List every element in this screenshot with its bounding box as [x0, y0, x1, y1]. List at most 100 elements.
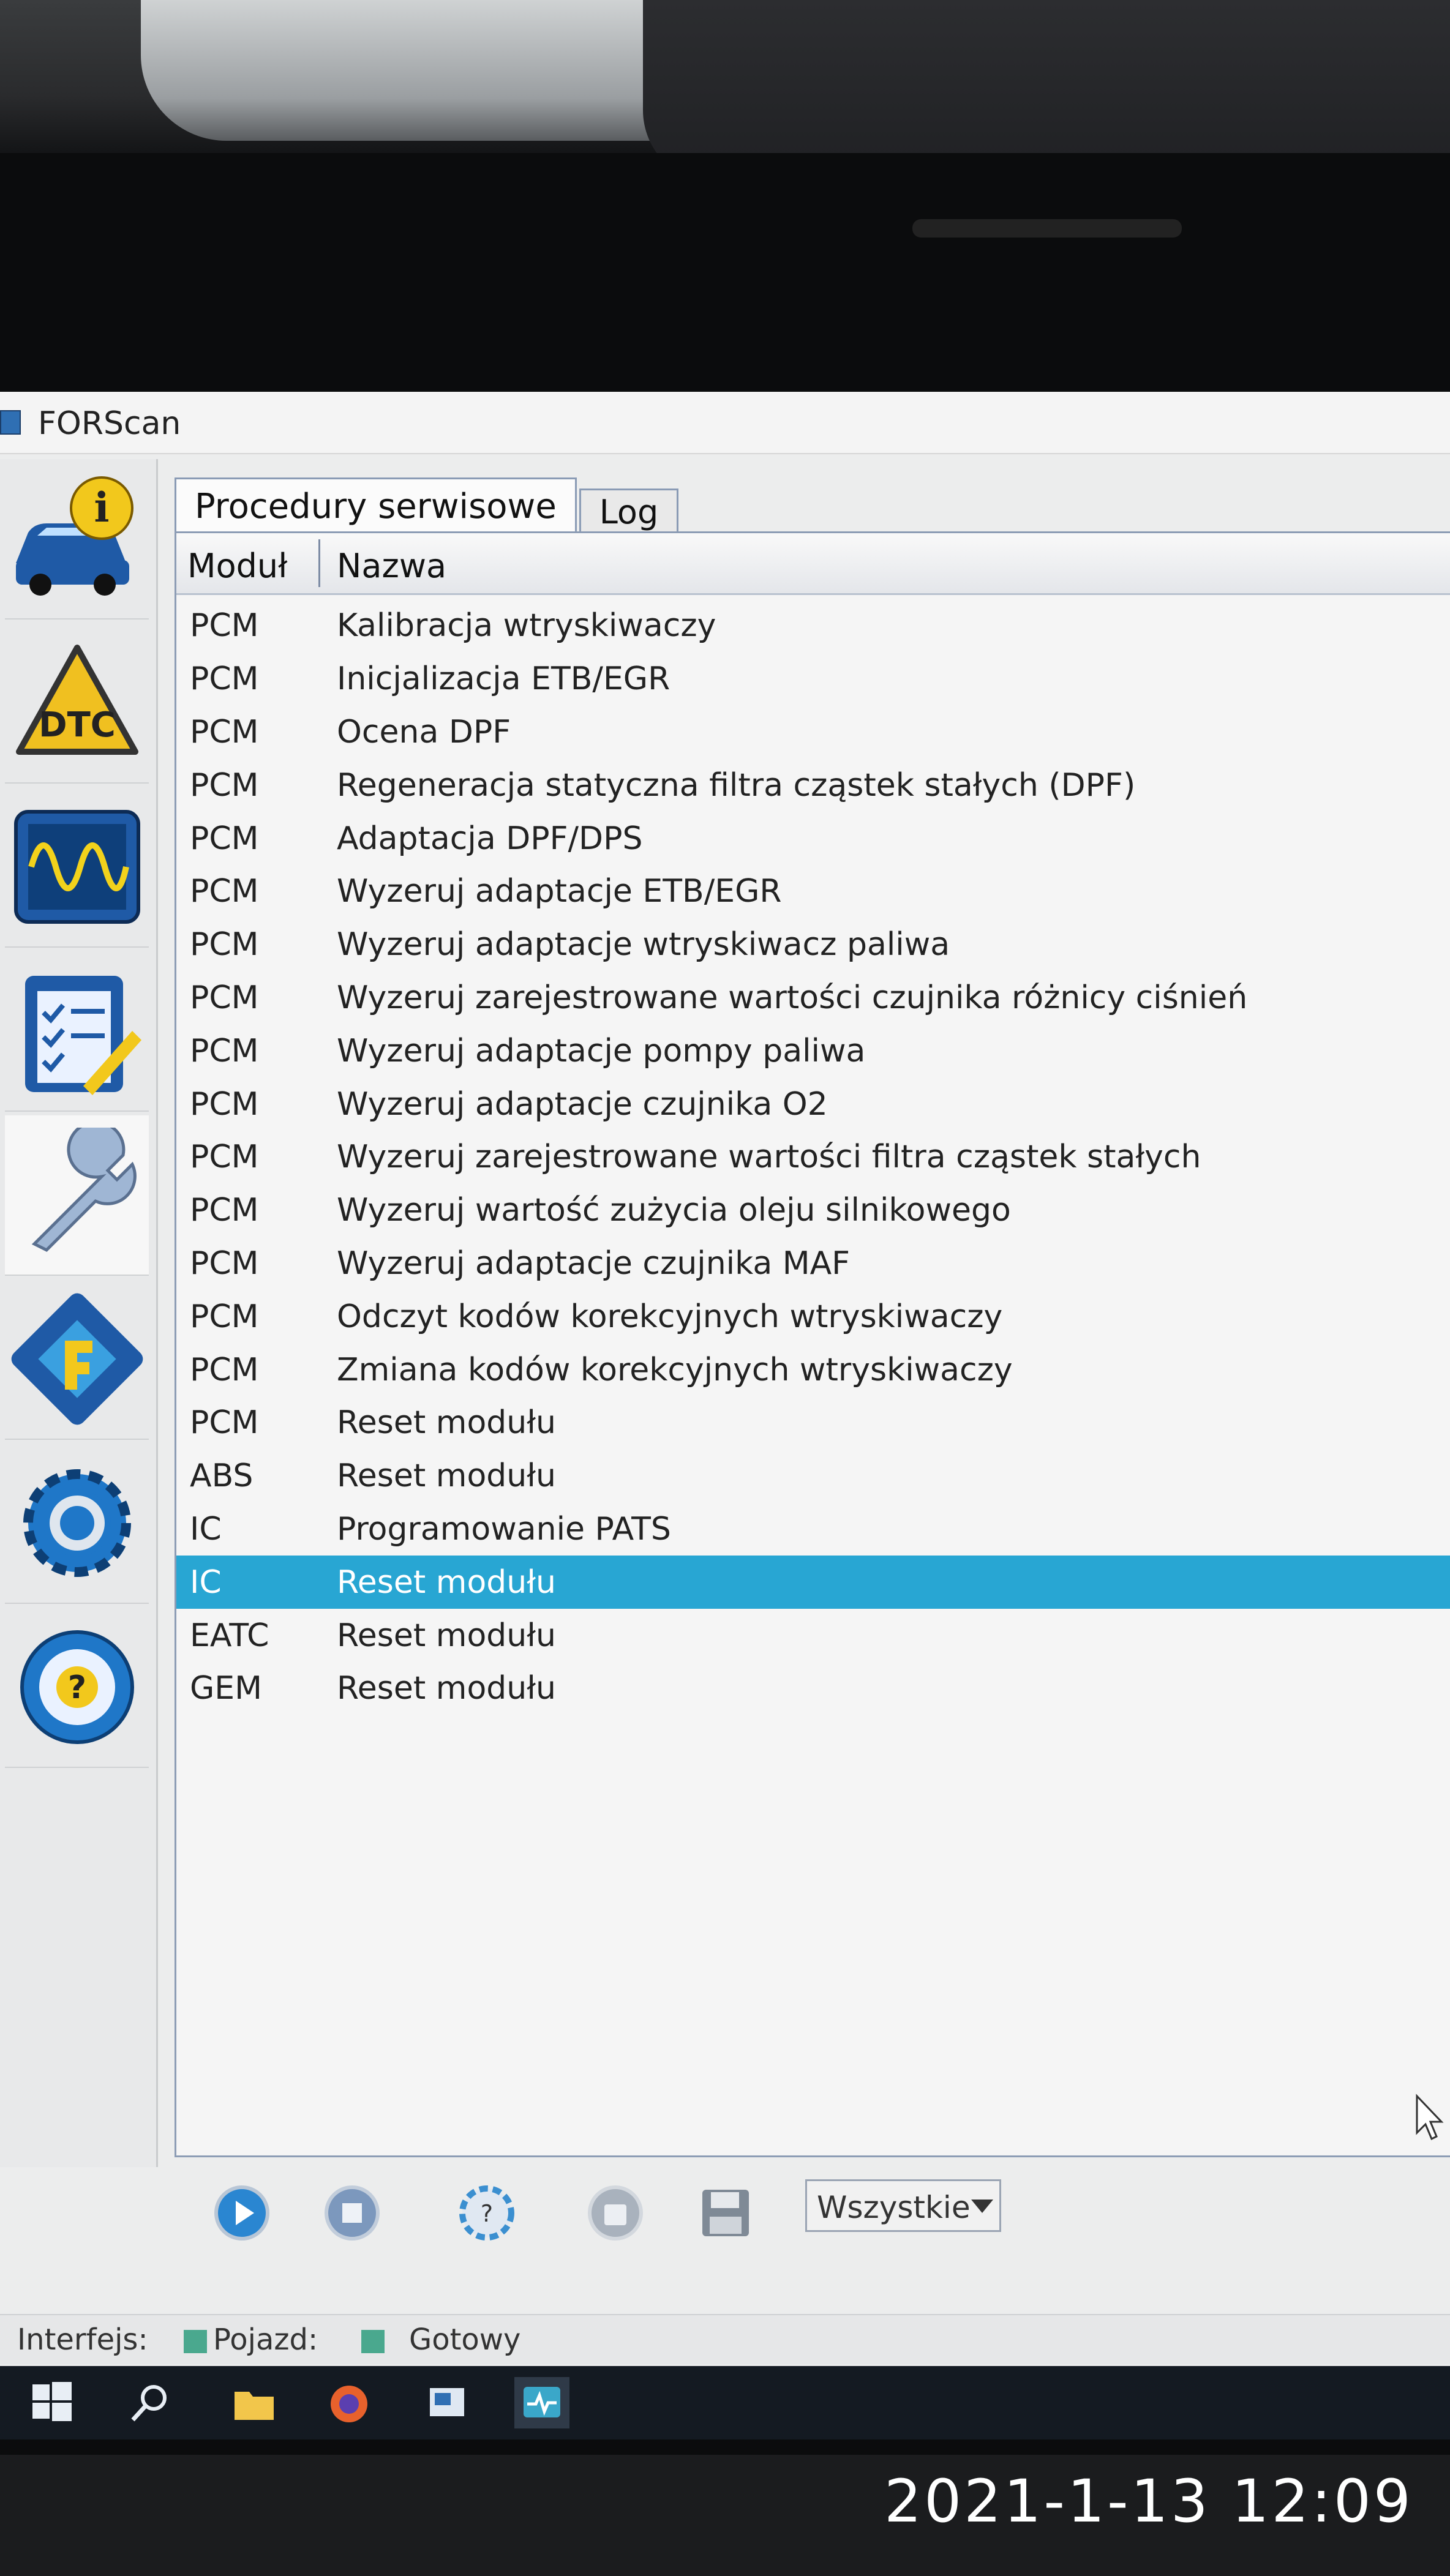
- table-row[interactable]: PCM Wyzeruj adaptacje ETB/EGR: [176, 865, 1450, 918]
- status-bar: Interfejs: Pojazd: Gotowy: [0, 2314, 1450, 2364]
- clear-icon: [588, 2185, 643, 2241]
- run-icon: [214, 2185, 269, 2241]
- table-row[interactable]: ABS Reset modułu: [176, 1450, 1450, 1503]
- table-row[interactable]: PCM Wyzeruj adaptacje wtryskiwacz paliwa: [176, 918, 1450, 972]
- row-module: PCM: [190, 1245, 259, 1282]
- tool-sidebar: i DTC ?: [0, 459, 158, 2167]
- table-row[interactable]: IC Reset modułu: [176, 1556, 1450, 1609]
- tool-configuration[interactable]: [5, 1279, 149, 1440]
- chip-icon: [11, 1293, 143, 1425]
- row-procedure-name: Wyzeruj wartość zużycia oleju silnikoweg…: [337, 1192, 1011, 1229]
- row-procedure-name: Wyzeruj adaptacje wtryskiwacz paliwa: [337, 926, 950, 964]
- table-row[interactable]: PCM Odczyt kodów korekcyjnych wtryskiwacz…: [176, 1290, 1450, 1343]
- save-button[interactable]: [695, 2182, 756, 2244]
- row-procedure-name: Reset modułu: [337, 1670, 556, 1707]
- table-row[interactable]: PCM Inicjalizacja ETB/EGR: [176, 653, 1450, 706]
- svg-text:?: ?: [67, 1669, 86, 1706]
- row-procedure-name: Adaptacja DPF/DPS: [337, 820, 643, 857]
- table-row[interactable]: PCM Adaptacja DPF/DPS: [176, 812, 1450, 865]
- tool-vehicle-info[interactable]: i: [5, 459, 149, 620]
- table-row[interactable]: PCM Wyzeruj zarejestrowane wartości czujn…: [176, 972, 1450, 1025]
- row-procedure-name: Wyzeruj adaptacje czujnika O2: [337, 1085, 828, 1123]
- firefox-icon: [331, 2386, 367, 2422]
- tool-settings[interactable]: [5, 1443, 149, 1604]
- column-separator[interactable]: [318, 539, 320, 587]
- gear-icon: [23, 1469, 131, 1577]
- table-row[interactable]: PCM Zmiana kodów korekcyjnych wtryskiwacz…: [176, 1343, 1450, 1396]
- tool-dtc[interactable]: DTC: [5, 623, 149, 784]
- table-row[interactable]: PCM Wyzeruj wartość zużycia oleju silniko…: [176, 1184, 1450, 1237]
- chevron-down-icon: [971, 2200, 993, 2213]
- row-procedure-name: Wyzeruj zarejestrowane wartości czujnika…: [337, 979, 1248, 1016]
- tool-help[interactable]: ?: [5, 1608, 149, 1768]
- photo-timestamp: 2021-1-13 12:09: [884, 2467, 1413, 2536]
- help-icon: ?: [459, 2185, 514, 2241]
- row-module: PCM: [190, 766, 259, 804]
- windows-start-icon: [32, 2382, 72, 2421]
- filter-dropdown-value: Wszystkie: [817, 2190, 971, 2225]
- taskbar-firefox-button[interactable]: [321, 2377, 377, 2428]
- row-module: ABS: [190, 1458, 254, 1495]
- table-row[interactable]: PCM Ocena DPF: [176, 706, 1450, 759]
- table-row[interactable]: PCM Wyzeruj zarejestrowane wartości filtr…: [176, 1131, 1450, 1184]
- row-procedure-name: Reset modułu: [337, 1617, 556, 1654]
- row-procedure-name: Kalibracja wtryskiwaczy: [337, 607, 716, 645]
- mouse-pointer-icon: [1416, 2094, 1444, 2141]
- status-interface-label: Interfejs:: [17, 2323, 148, 2357]
- row-module: PCM: [190, 1032, 259, 1069]
- tool-oscilloscope[interactable]: [5, 787, 149, 948]
- row-module: PCM: [190, 979, 259, 1016]
- taskbar-app-button[interactable]: [419, 2377, 475, 2428]
- table-row[interactable]: PCM Wyzeruj adaptacje czujnika O2: [176, 1077, 1450, 1131]
- list-header: Moduł Nazwa: [176, 533, 1450, 595]
- row-module: PCM: [190, 820, 259, 857]
- bottom-toolbar: ? Wszystkie: [175, 2161, 1450, 2253]
- status-vehicle: Pojazd:: [184, 2323, 318, 2357]
- row-module: PCM: [190, 1404, 259, 1442]
- wrench-icon: [31, 1128, 137, 1252]
- table-row[interactable]: PCM Kalibracja wtryskiwaczy: [176, 599, 1450, 653]
- car-trim-panel: [141, 0, 692, 141]
- taskbar-explorer-button[interactable]: [227, 2377, 282, 2428]
- taskbar-search-button[interactable]: [122, 2377, 178, 2428]
- table-row[interactable]: PCM Reset modułu: [176, 1396, 1450, 1450]
- help-wheel-icon: ?: [20, 1630, 134, 1744]
- stop-button[interactable]: [321, 2182, 383, 2244]
- row-module: PCM: [190, 873, 259, 910]
- filter-dropdown[interactable]: Wszystkie: [805, 2179, 1001, 2232]
- column-header-module[interactable]: Moduł: [187, 547, 287, 585]
- table-row[interactable]: EATC Reset modułu: [176, 1609, 1450, 1662]
- table-row[interactable]: PCM Wyzeruj adaptacje czujnika MAF: [176, 1237, 1450, 1290]
- windows-taskbar: [0, 2366, 1450, 2439]
- row-module: PCM: [190, 1298, 259, 1335]
- procedures-list: Moduł Nazwa PCM Kalibracja wtryskiwaczy PC…: [175, 531, 1450, 2157]
- table-row[interactable]: GEM Reset modułu: [176, 1662, 1450, 1715]
- dtc-warning-icon: DTC: [15, 645, 138, 755]
- app-icon: [430, 2388, 464, 2416]
- row-module: PCM: [190, 1192, 259, 1229]
- car-info-icon: i: [15, 476, 133, 596]
- run-button[interactable]: [211, 2182, 272, 2244]
- tool-service[interactable]: [5, 1115, 149, 1276]
- table-row[interactable]: PCM Regeneracja statyczna filtra cząstek …: [176, 758, 1450, 812]
- taskbar-forscan-button[interactable]: [514, 2377, 569, 2428]
- table-row[interactable]: IC Programowanie PATS: [176, 1503, 1450, 1556]
- tool-tests[interactable]: [5, 951, 149, 1112]
- row-procedure-name: Wyzeruj zarejestrowane wartości filtra c…: [337, 1139, 1201, 1176]
- forscan-taskbar-icon: [524, 2387, 560, 2417]
- tab-service-procedures[interactable]: Procedury serwisowe: [175, 477, 577, 533]
- start-button[interactable]: [24, 2377, 80, 2428]
- window-title: FORScan: [38, 405, 181, 442]
- tab-bar: Procedury serwisowe Log: [175, 477, 681, 533]
- save-icon: [702, 2190, 749, 2236]
- laptop-camera-slot: [912, 219, 1182, 238]
- column-header-name[interactable]: Nazwa: [337, 547, 446, 585]
- svg-text:i: i: [94, 484, 109, 531]
- row-module: PCM: [190, 926, 259, 964]
- table-row[interactable]: PCM Wyzeruj adaptacje pompy paliwa: [176, 1024, 1450, 1077]
- row-procedure-name: Reset modułu: [337, 1404, 556, 1442]
- help-button[interactable]: ?: [456, 2182, 517, 2244]
- tab-log[interactable]: Log: [579, 489, 679, 533]
- laptop-screen: FORScan i DTC ? Procedury serwisowe Log …: [0, 392, 1450, 2439]
- clear-button[interactable]: [585, 2182, 646, 2244]
